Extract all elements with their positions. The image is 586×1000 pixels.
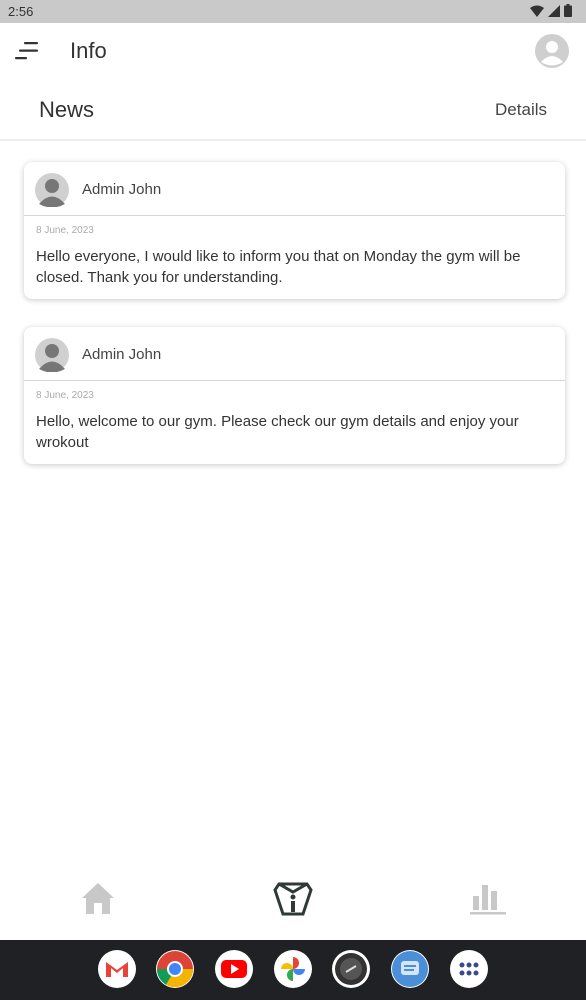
card-header: Admin John <box>24 327 565 381</box>
news-header: News Details <box>0 83 586 141</box>
card-date: 8 June, 2023 <box>36 390 94 401</box>
gmail-icon[interactable] <box>98 950 136 988</box>
details-link[interactable]: Details <box>495 100 547 120</box>
bottom-nav <box>0 860 586 940</box>
info-icon[interactable] <box>273 878 313 918</box>
signal-icon <box>548 4 560 17</box>
news-title: News <box>39 97 95 122</box>
status-time: 2:56 <box>8 4 34 19</box>
menu-icon[interactable] <box>14 40 40 62</box>
wifi-icon <box>530 5 544 17</box>
news-card[interactable]: Admin John 8 June, 2023 Hello, welcome t… <box>24 327 565 464</box>
youtube-icon[interactable] <box>215 950 253 988</box>
app-drawer-icon[interactable] <box>450 950 488 988</box>
news-card[interactable]: Admin John 8 June, 2023 Hello everyone, … <box>24 162 565 299</box>
page-title: Info <box>70 38 107 63</box>
card-author: Admin John <box>82 346 162 363</box>
card-date: 8 June, 2023 <box>36 225 94 236</box>
app-bar: Info <box>0 23 586 83</box>
card-header: Admin John <box>24 162 565 216</box>
author-avatar-icon <box>35 338 69 372</box>
card-author: Admin John <box>82 181 162 198</box>
photos-icon[interactable] <box>274 950 312 988</box>
app-icon[interactable] <box>332 950 370 988</box>
stats-icon[interactable] <box>468 878 508 918</box>
card-text: Hello, welcome to our gym. Please check … <box>36 413 519 451</box>
profile-avatar-icon[interactable] <box>534 33 570 69</box>
author-avatar-icon <box>35 173 69 207</box>
status-bar: 2:56 <box>0 0 586 23</box>
messages-icon[interactable] <box>391 950 429 988</box>
home-icon[interactable] <box>78 878 118 918</box>
status-icons <box>530 4 572 17</box>
chrome-icon[interactable] <box>156 950 194 988</box>
card-text: Hello everyone, I would like to inform y… <box>36 248 521 286</box>
system-dock <box>0 940 586 1000</box>
battery-icon <box>564 4 572 17</box>
